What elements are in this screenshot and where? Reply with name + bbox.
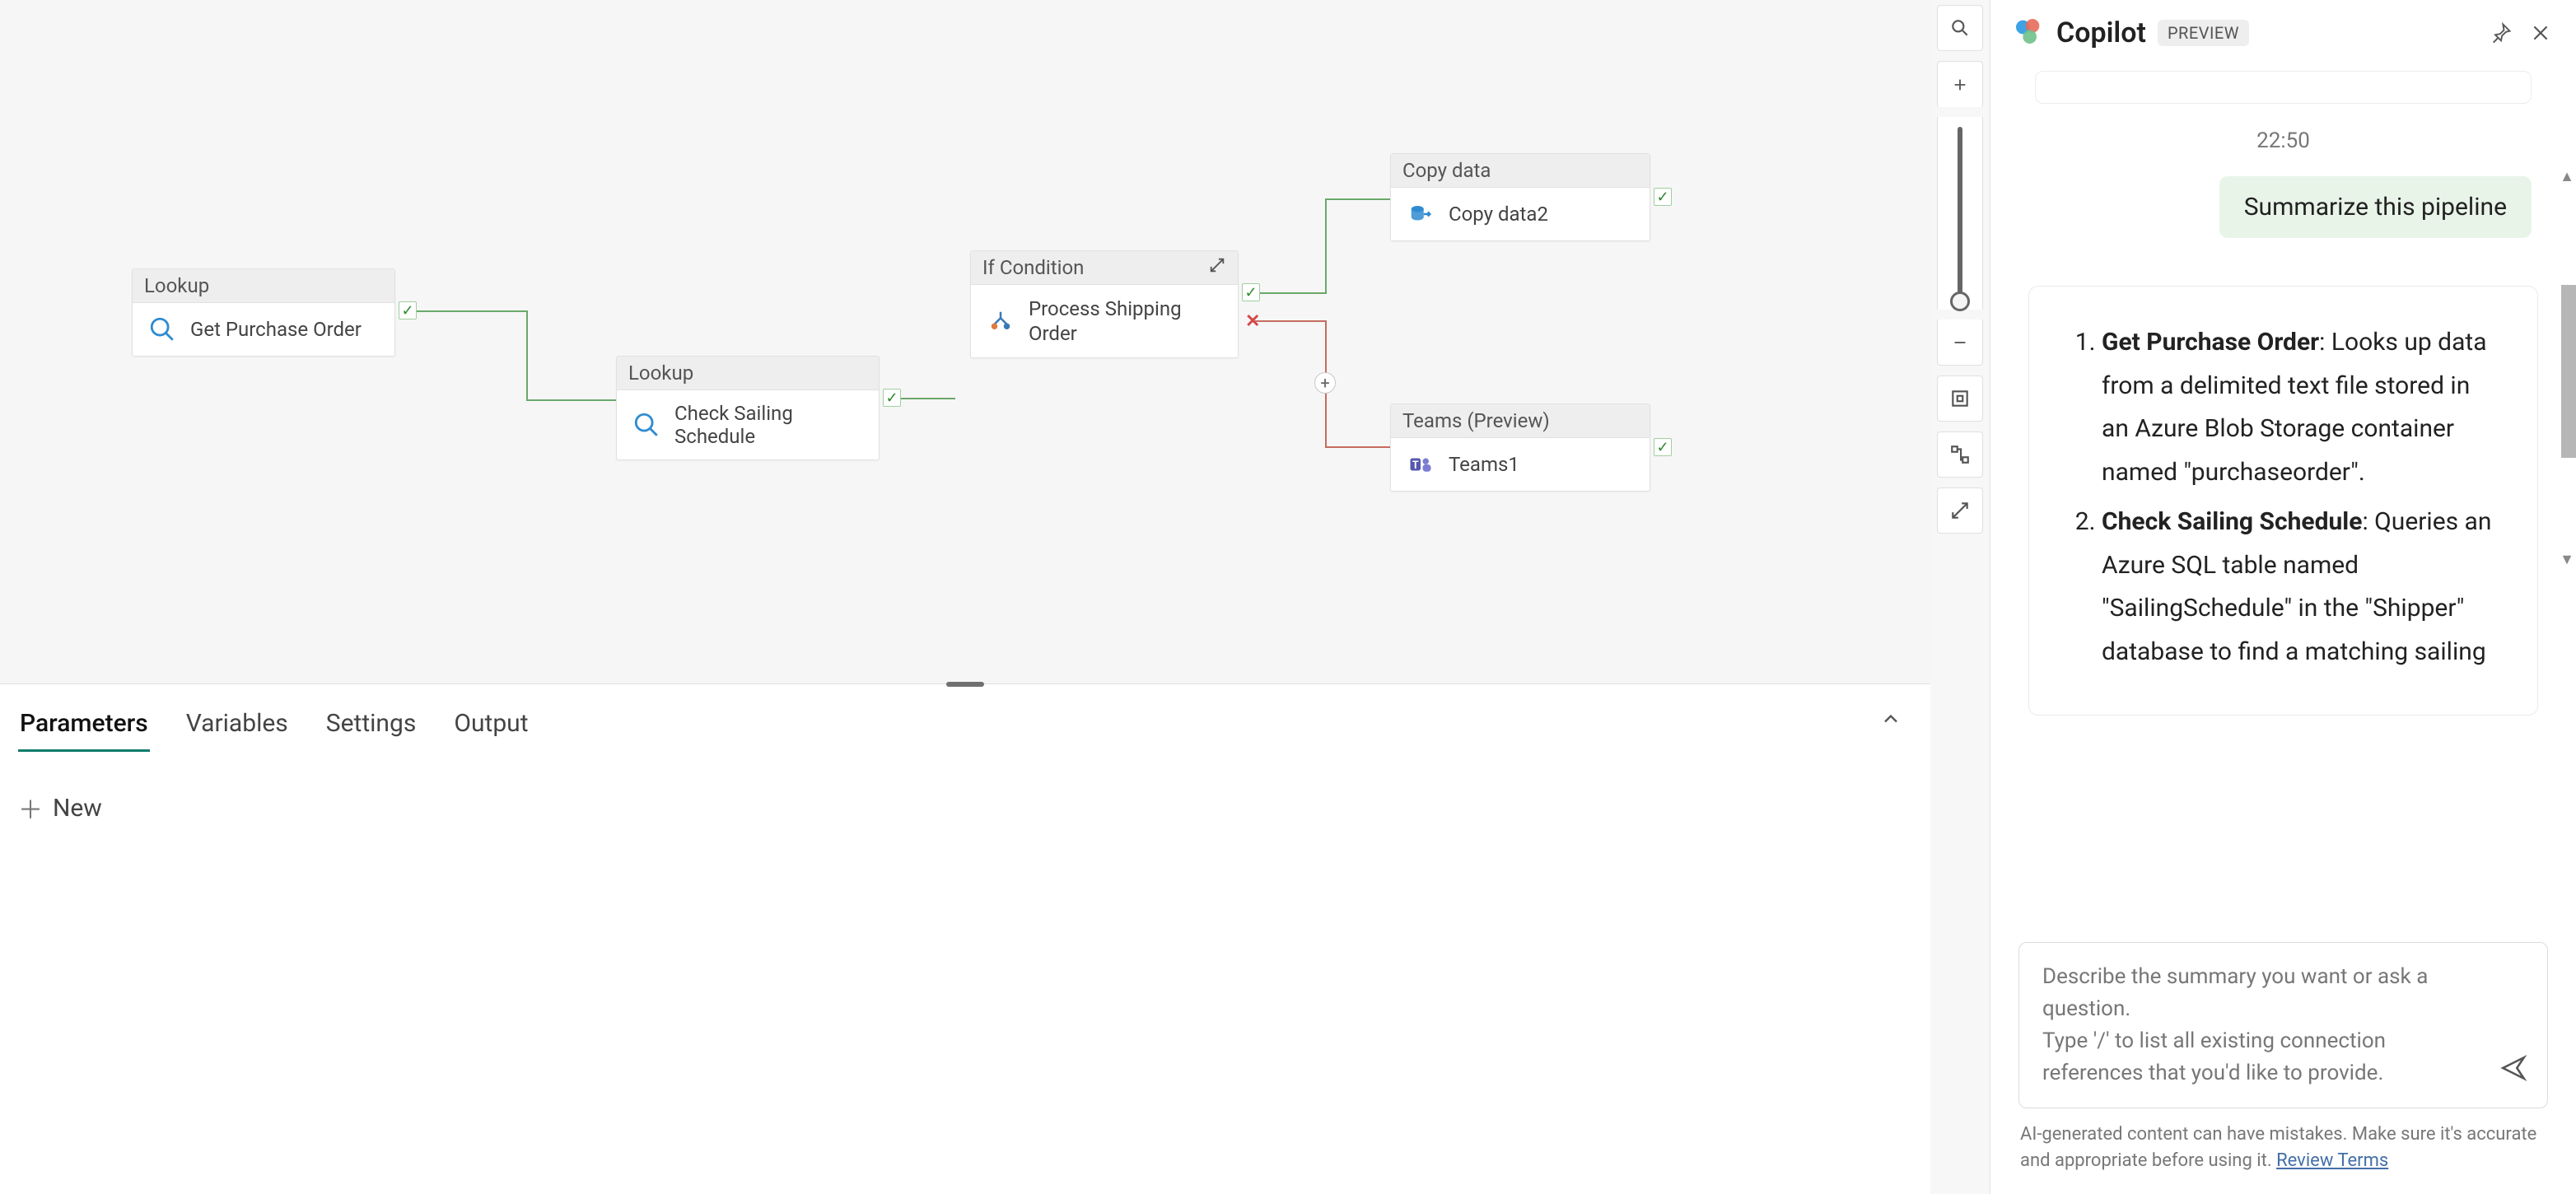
zoom-in-button[interactable] — [1937, 61, 1983, 107]
activity-name: Get Purchase Order — [190, 318, 362, 341]
expand-icon[interactable] — [1208, 256, 1226, 279]
copilot-panel: Copilot PREVIEW ▲ ▼ 22:50 Summarize this… — [1990, 0, 2576, 1194]
lookup-icon — [632, 410, 661, 440]
plus-icon: ＋ — [18, 790, 43, 826]
activity-if-condition[interactable]: If Condition Process Shipping Order — [970, 250, 1239, 358]
summary-step-1: Get Purchase Order: Looks up data from a… — [2102, 321, 2496, 494]
success-port-icon[interactable]: ✓ — [1242, 283, 1260, 301]
activity-name: Process Shipping Order — [1029, 296, 1223, 346]
activity-copy-data[interactable]: Copy data Copy data2 — [1390, 153, 1650, 241]
failure-port-icon[interactable]: ✕ — [1245, 311, 1260, 332]
message-timestamp: 22:50 — [2028, 128, 2538, 153]
activity-check-sailing-schedule[interactable]: Lookup Check Sailing Schedule — [616, 356, 880, 460]
copilot-input[interactable]: Describe the summary you want or ask a q… — [2018, 942, 2548, 1108]
success-port-icon[interactable]: ✓ — [1654, 188, 1672, 206]
fit-to-screen-button[interactable] — [1937, 375, 1983, 422]
pipeline-authoring-area: Lookup Get Purchase Order ✓ Lookup Check… — [0, 0, 1930, 1194]
properties-panel: Parameters Variables Settings Output ＋ N… — [0, 683, 1930, 1194]
zoom-thumb[interactable] — [1950, 292, 1970, 311]
copy-data-icon — [1406, 199, 1435, 229]
scroll-up-icon[interactable]: ▲ — [2560, 168, 2574, 185]
activity-name: Check Sailing Schedule — [674, 402, 864, 448]
activity-type-label: Copy data — [1402, 159, 1491, 182]
teams-icon: T — [1406, 450, 1435, 479]
assistant-response-card: Get Purchase Order: Looks up data from a… — [2028, 286, 2538, 716]
success-port-icon[interactable]: ✓ — [1654, 438, 1672, 456]
zoom-track — [1958, 127, 1962, 300]
copilot-title: Copilot — [2056, 16, 2146, 49]
activity-type-label: If Condition — [982, 256, 1084, 279]
fullscreen-button[interactable] — [1937, 487, 1983, 534]
tab-variables[interactable]: Variables — [184, 702, 290, 752]
pipeline-canvas[interactable]: Lookup Get Purchase Order ✓ Lookup Check… — [0, 0, 1930, 683]
activity-type-label: Lookup — [144, 274, 209, 297]
close-icon[interactable] — [2527, 19, 2555, 47]
activity-get-purchase-order[interactable]: Lookup Get Purchase Order — [132, 268, 395, 357]
user-message-bubble: Summarize this pipeline — [2219, 176, 2532, 238]
activity-type-label: Lookup — [628, 361, 693, 385]
properties-tabs: Parameters Variables Settings Output — [15, 684, 1930, 752]
scrollbar-thumb[interactable] — [2561, 285, 2576, 458]
canvas-toolbar — [1930, 0, 1990, 1194]
panel-resize-handle[interactable] — [946, 682, 984, 687]
preview-badge: PREVIEW — [2158, 20, 2249, 46]
copilot-input-placeholder: Describe the summary you want or ask a q… — [2042, 964, 2428, 1085]
success-port-icon[interactable]: ✓ — [399, 301, 417, 319]
copilot-header: Copilot PREVIEW — [1990, 0, 2576, 71]
previous-message-card — [2035, 71, 2532, 104]
activity-name: Copy data2 — [1449, 203, 1548, 226]
if-condition-icon — [986, 306, 1015, 336]
review-terms-link[interactable]: Review Terms — [2276, 1150, 2388, 1171]
lookup-icon — [147, 315, 177, 344]
search-button[interactable] — [1937, 5, 1983, 51]
activity-name: Teams1 — [1449, 453, 1519, 476]
tab-output[interactable]: Output — [452, 702, 530, 752]
collapse-panel-icon[interactable] — [1879, 707, 1902, 736]
copilot-logo-icon — [2012, 15, 2045, 51]
success-port-icon[interactable]: ✓ — [883, 389, 901, 407]
send-icon[interactable] — [2499, 1053, 2527, 1093]
copilot-disclaimer: AI-generated content can have mistakes. … — [1990, 1118, 2576, 1194]
add-activity-icon[interactable]: + — [1314, 372, 1336, 394]
scroll-down-icon[interactable]: ▼ — [2560, 551, 2574, 568]
zoom-out-button[interactable] — [1937, 319, 1983, 366]
tab-parameters[interactable]: Parameters — [18, 702, 150, 752]
tab-settings[interactable]: Settings — [324, 702, 418, 752]
zoom-slider[interactable] — [1937, 117, 1983, 310]
activity-type-label: Teams (Preview) — [1402, 409, 1550, 432]
add-new-button[interactable]: ＋ New — [15, 752, 1930, 864]
pin-icon[interactable] — [2487, 19, 2515, 47]
svg-text:T: T — [1412, 459, 1419, 472]
summary-step-2: Check Sailing Schedule: Queries an Azure… — [2102, 501, 2496, 674]
new-label: New — [53, 794, 102, 823]
copilot-chat-scroll[interactable]: ▲ ▼ 22:50 Summarize this pipeline Get Pu… — [1990, 71, 2576, 922]
auto-layout-button[interactable] — [1937, 431, 1983, 478]
activity-teams[interactable]: Teams (Preview) T Teams1 — [1390, 403, 1650, 492]
